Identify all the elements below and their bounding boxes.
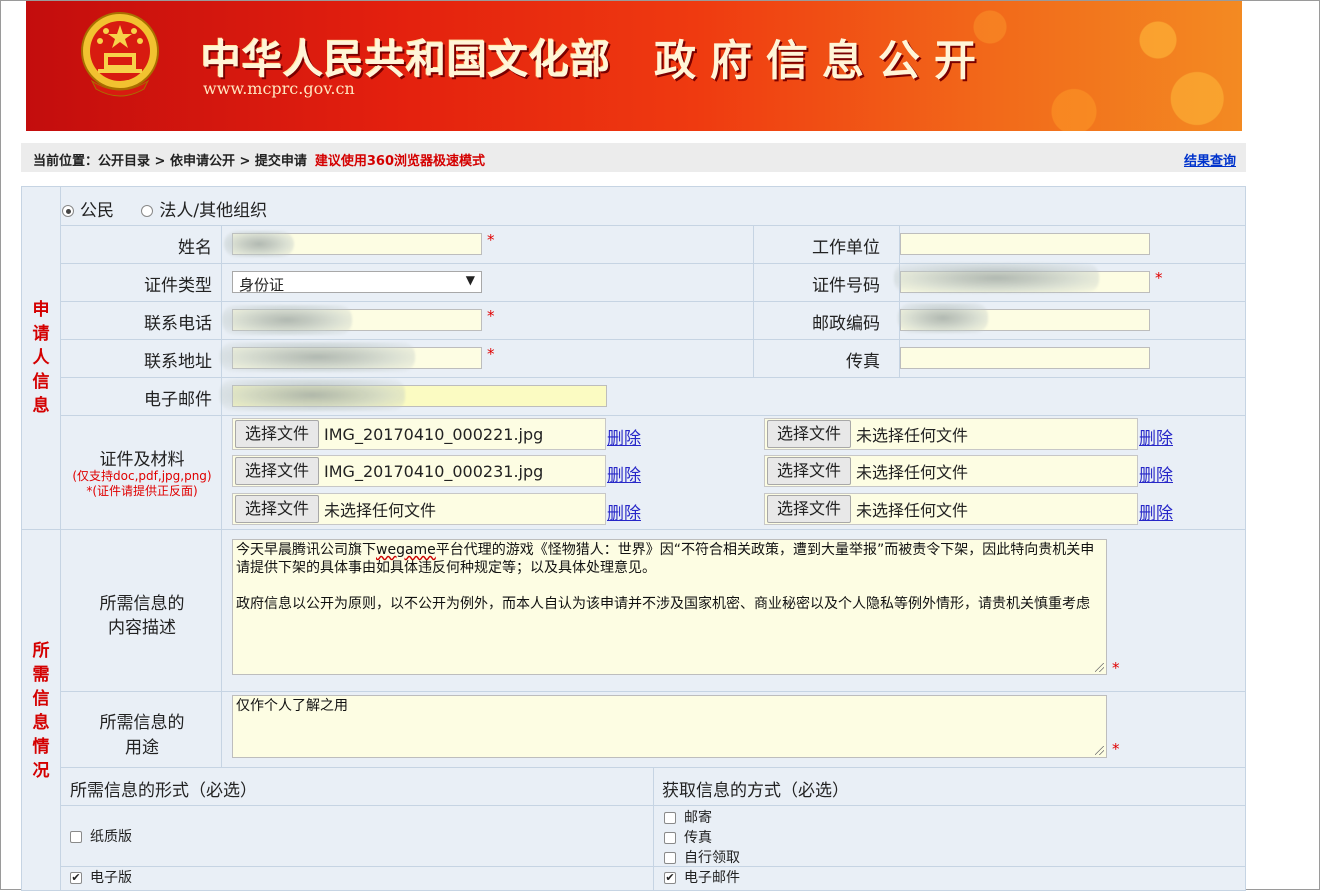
choose-file-button[interactable]: 选择文件 (767, 457, 852, 485)
breadcrumb-path: 当前位置：公开目录 > 依申请公开 > 提交申请 (33, 154, 307, 169)
redacted-phone (222, 305, 352, 335)
form-option-paper[interactable]: 纸质版 (70, 826, 132, 846)
fax-label: 传真 (846, 352, 880, 372)
radio-organization[interactable]: 法人/其他组织 (141, 201, 267, 221)
result-query-link[interactable]: 结果查询 (1184, 150, 1236, 169)
radio-citizen[interactable]: 公民 (62, 201, 114, 221)
file-upload-1[interactable]: 选择文件 IMG_20170410_000221.jpg (232, 418, 606, 450)
required-mark: * (1112, 740, 1120, 758)
method-option-fax[interactable]: 传真 (664, 827, 712, 847)
checkbox-electronic[interactable]: ✔ (70, 872, 82, 884)
description-textarea[interactable]: 今天早晨腾讯公司旗下wegame平台代理的游戏《怪物猎人：世界》因“不符合相关政… (232, 539, 1107, 675)
postcode-label: 邮政编码 (812, 314, 880, 334)
fax-input[interactable] (900, 347, 1150, 369)
form-option-electronic[interactable]: ✔ 电子版 (70, 867, 132, 887)
checkbox-self-pickup[interactable] (664, 852, 676, 864)
breadcrumb: 当前位置：公开目录 > 依申请公开 > 提交申请 建议使用360浏览器极速模式 结… (21, 143, 1246, 172)
resize-grip-icon[interactable] (1095, 746, 1104, 755)
file-name: 未选择任何文件 (856, 463, 969, 482)
phone-label: 联系电话 (144, 314, 212, 334)
delete-file-link[interactable]: 删除 (607, 499, 641, 524)
file-upload-4[interactable]: 选择文件 未选择任何文件 (764, 455, 1138, 487)
browser-tip: 建议使用360浏览器极速模式 (314, 154, 486, 169)
redacted-email (220, 379, 405, 411)
required-mark: * (487, 345, 495, 363)
file-upload-3[interactable]: 选择文件 IMG_20170410_000231.jpg (232, 455, 606, 487)
checkbox-paper[interactable] (70, 831, 82, 843)
choose-file-button[interactable]: 选择文件 (767, 420, 852, 448)
file-name: 未选择任何文件 (856, 426, 969, 445)
method-option-self-pickup[interactable]: 自行领取 (664, 847, 740, 867)
redacted-postcode (898, 303, 988, 333)
radio-citizen-dot[interactable] (62, 205, 74, 217)
info-form-header: 所需信息的形式（必选） (70, 781, 257, 801)
choose-file-button[interactable]: 选择文件 (235, 420, 320, 448)
site-url: www.mcprc.gov.cn (203, 79, 355, 98)
national-emblem-icon (81, 12, 159, 97)
usage-textarea[interactable]: 仅作个人了解之用 (232, 695, 1107, 758)
required-mark: * (487, 307, 495, 325)
radio-organization-dot[interactable] (141, 205, 154, 217)
use-label-line2: 用途 (125, 738, 159, 758)
file-upload-2[interactable]: 选择文件 未选择任何文件 (764, 418, 1138, 450)
method-option-email[interactable]: ✔ 电子邮件 (664, 867, 740, 887)
redacted-name (224, 231, 294, 257)
name-label: 姓名 (178, 238, 212, 258)
info-method-header: 获取信息的方式（必选） (662, 781, 849, 801)
materials-id-note: *(证件请提供正反面) (86, 484, 198, 498)
file-name: 未选择任何文件 (856, 501, 969, 520)
choose-file-button[interactable]: 选择文件 (767, 495, 852, 523)
file-name: IMG_20170410_000221.jpg (324, 424, 544, 444)
method-option-mail[interactable]: 邮寄 (664, 807, 712, 827)
id-type-select[interactable]: 身份证 ▼ (232, 271, 482, 294)
delete-file-link[interactable]: 删除 (607, 461, 641, 486)
id-type-label: 证件类型 (144, 276, 212, 296)
work-unit-input[interactable] (900, 233, 1150, 255)
choose-file-button[interactable]: 选择文件 (235, 495, 320, 523)
applicant-type-group: 公民 法人/其他组织 (62, 196, 267, 221)
materials-format-note: (仅支持doc,pdf,jpg,png) (72, 469, 212, 483)
checkbox-fax[interactable] (664, 832, 676, 844)
file-name: IMG_20170410_000231.jpg (324, 461, 544, 481)
materials-label: 证件及材料 (99, 450, 185, 470)
redacted-address (220, 342, 415, 372)
gov-info-title: 政府信息公开 (654, 36, 991, 85)
file-upload-6[interactable]: 选择文件 未选择任何文件 (764, 493, 1138, 525)
desc-label-line1: 所需信息的 (99, 594, 185, 614)
ministry-title: 中华人民共和国文化部 (201, 36, 611, 83)
file-upload-5[interactable]: 选择文件 未选择任何文件 (232, 493, 606, 525)
required-mark: * (487, 231, 495, 249)
checkbox-mail[interactable] (664, 812, 676, 824)
application-form: 申请人信息 所需信息情况 公民 法人/其他组织 姓名 * 工作单位 证件类型 身… (21, 186, 1246, 891)
required-mark: * (1112, 659, 1120, 677)
checkbox-email[interactable]: ✔ (664, 872, 676, 884)
delete-file-link[interactable]: 删除 (1139, 424, 1173, 449)
work-unit-label: 工作单位 (812, 238, 880, 258)
delete-file-link[interactable]: 删除 (1139, 461, 1173, 486)
file-name: 未选择任何文件 (324, 501, 437, 520)
address-label: 联系地址 (144, 352, 212, 372)
id-number-label: 证件号码 (812, 276, 880, 296)
required-mark: * (1155, 269, 1163, 287)
use-label-line1: 所需信息的 (99, 713, 185, 733)
applicant-section-label: 申请人信息 (22, 187, 61, 529)
desc-label-line2: 内容描述 (108, 618, 176, 638)
choose-file-button[interactable]: 选择文件 (235, 457, 320, 485)
resize-grip-icon[interactable] (1095, 663, 1104, 672)
id-type-value: 身份证 (239, 276, 285, 294)
email-label: 电子邮件 (144, 390, 212, 410)
delete-file-link[interactable]: 删除 (1139, 499, 1173, 524)
dropdown-arrow-icon: ▼ (465, 273, 475, 287)
redacted-id-number (894, 263, 1099, 293)
delete-file-link[interactable]: 删除 (607, 424, 641, 449)
info-section-label: 所需信息情况 (22, 530, 61, 890)
site-banner: 中华人民共和国文化部 政府信息公开 www.mcprc.gov.cn (26, 1, 1242, 131)
